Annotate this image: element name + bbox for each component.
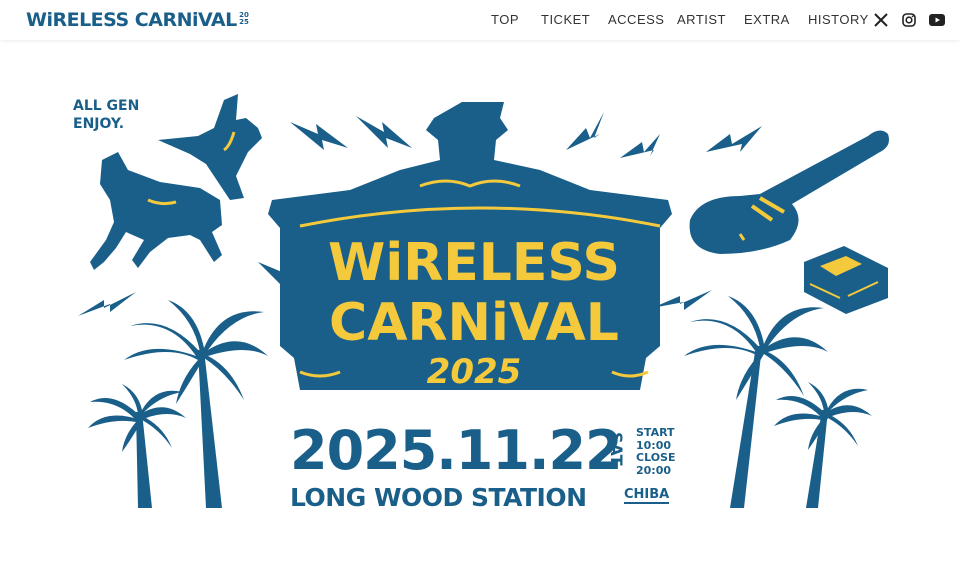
site-logo-year: 20 25 (237, 12, 251, 26)
logo-year-bottom: 25 (239, 18, 249, 26)
nav-ticket[interactable]: TICKET (541, 12, 590, 27)
lightning-icon (566, 112, 604, 150)
youtube-icon[interactable] (928, 11, 946, 29)
close-label: CLOSE (636, 451, 676, 464)
lightning-icon (356, 116, 412, 148)
tagline-line2: ENJOY. (73, 116, 125, 132)
start-label: START (636, 426, 675, 439)
horse-icon (90, 152, 222, 270)
pedal-icon (804, 246, 888, 314)
nav-extra[interactable]: EXTRA (744, 12, 790, 27)
x-icon[interactable] (872, 11, 890, 29)
carousel-icon: WiRELESS CARNiVAL 2025 (268, 102, 672, 392)
palm-tree-icon (88, 384, 186, 508)
instagram-icon[interactable] (900, 11, 918, 29)
event-date: 2025.11.22 (290, 419, 623, 482)
carousel-title-year: 2025 (427, 352, 522, 392)
lightning-icon (290, 122, 348, 150)
event-city-link[interactable]: CHIBA (624, 487, 670, 504)
lightning-icon (620, 134, 660, 158)
lightning-icon (652, 290, 712, 310)
lightning-icon (78, 292, 136, 316)
close-time: 20:00 (636, 463, 672, 477)
tagline-line1: ALL GEN (73, 98, 140, 114)
site-logo[interactable]: WiRELESS CARNiVAL (26, 8, 237, 32)
carousel-title-line2: CARNiVAL (329, 293, 619, 353)
nav-top[interactable]: TOP (491, 12, 519, 27)
event-venue: LONG WOOD STATION (290, 483, 587, 512)
nav-artist[interactable]: ARTIST (677, 12, 726, 27)
event-times: START 10:00 CLOSE 20:00 (636, 426, 676, 477)
palm-tree-icon (774, 382, 872, 508)
event-weekday: SAT (607, 432, 626, 466)
carousel-title-line1: WiRELESS (328, 233, 620, 293)
site-header: WiRELESS CARNiVAL 20 25 TOP TICKET ACCES… (0, 0, 960, 40)
nav-history[interactable]: HISTORY (808, 12, 869, 27)
lightning-icon (706, 126, 762, 152)
tagline: ALL GEN ENJOY. (73, 97, 173, 133)
nav-access[interactable]: ACCESS (608, 12, 664, 27)
